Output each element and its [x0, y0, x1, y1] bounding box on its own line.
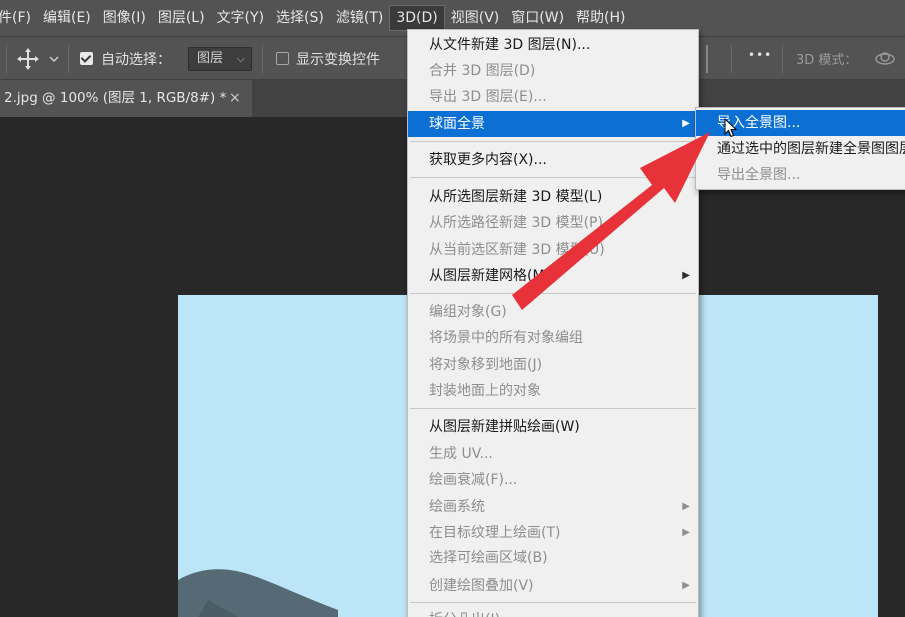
divider: [782, 45, 783, 73]
menu-filter[interactable]: 滤镜(T): [330, 5, 389, 31]
menu-edit[interactable]: 编辑(E): [37, 5, 97, 31]
menu-help[interactable]: 帮助(H): [570, 5, 631, 31]
menu-item-new-3d-model-from-layer[interactable]: 从所选图层新建 3D 模型(L): [408, 184, 698, 210]
menu-item-label: 绘画系统: [429, 499, 485, 515]
menu-item-generate-uv: 生成 UV...: [429, 446, 493, 462]
show-transform-checkbox[interactable]: [276, 52, 289, 65]
menu-item-label: 球面全景: [429, 116, 485, 132]
menu-item-label: 从图层新建网格(M): [429, 268, 551, 284]
menu-item-label: 创建绘图叠加(V): [429, 578, 534, 594]
divider: [262, 45, 263, 73]
menu-item-new-3d-model-from-path: 从所选路径新建 3D 模型(P): [429, 215, 603, 231]
menu-image[interactable]: 图像(I): [97, 5, 152, 31]
divider: [6, 45, 7, 73]
menu-item-merge-3d-layers: 合并 3D 图层(D): [429, 63, 536, 79]
menu-layer[interactable]: 图层(L): [152, 5, 211, 31]
menu-item-new-3d-model-from-selection: 从当前选区新建 3D 模型(U): [429, 242, 605, 258]
submenu-arrow-icon: ▶: [682, 270, 690, 281]
divider: [731, 45, 732, 73]
3d-dropdown-menu: 从文件新建 3D 图层(N)... 合并 3D 图层(D) 导出 3D 图层(E…: [407, 29, 699, 617]
auto-select-checkbox[interactable]: [80, 52, 93, 65]
more-options-button[interactable]: •••: [748, 48, 772, 62]
menu-divider: [410, 602, 696, 603]
submenu-arrow-icon: ▶: [682, 118, 690, 129]
menu-item-group-objects: 编组对象(G): [429, 304, 507, 320]
document-tab[interactable]: 2.jpg @ 100% (图层 1, RGB/8#) * ×: [0, 80, 252, 117]
menu-divider: [410, 177, 696, 178]
submenu-arrow-icon: ▶: [682, 527, 690, 538]
menu-3d[interactable]: 3D(D): [389, 5, 445, 31]
menu-view[interactable]: 视图(V): [445, 5, 506, 31]
menu-item-get-more-content[interactable]: 获取更多内容(X)...: [408, 147, 698, 173]
menu-item-export-3d-layer: 导出 3D 图层(E)...: [429, 89, 547, 105]
menu-item-spherical-panorama[interactable]: 球面全景 ▶: [408, 111, 698, 137]
menu-item-split-extrusion: 拆分凸出(I): [408, 607, 698, 617]
menu-item-label: 在目标纹理上绘画(T): [429, 525, 561, 541]
auto-select-value: 图层: [197, 51, 224, 66]
menu-item-new-mesh-from-layer[interactable]: 从图层新建网格(M) ▶: [408, 263, 698, 289]
submenu-arrow-icon: ▶: [682, 501, 690, 512]
auto-select-dropdown[interactable]: 图层 ⌵: [188, 47, 252, 71]
menu-item-paint-system: 绘画系统 ▶: [408, 494, 698, 520]
orbit-3d-icon[interactable]: [874, 49, 898, 69]
menu-divider: [410, 141, 696, 142]
close-icon[interactable]: ×: [229, 80, 241, 116]
submenu-item-export-panorama: 导出全景图...: [717, 167, 801, 183]
menu-divider: [410, 408, 696, 409]
chevron-down-icon[interactable]: [49, 56, 59, 63]
menu-divider: [410, 293, 696, 294]
menu-type[interactable]: 文字(Y): [211, 5, 270, 31]
canvas-image-shape: [178, 569, 338, 617]
submenu-item-new-panorama-from-layers[interactable]: 通过选中的图层新建全景图图层: [696, 136, 905, 162]
menu-item-snap-to-ground: 封装地面上的对象: [429, 383, 541, 399]
chevron-down-icon: ⌵: [236, 52, 245, 65]
move-tool-icon[interactable]: [17, 48, 39, 70]
menu-item-paint-falloff: 绘画衰减(F)...: [429, 472, 518, 488]
menu-item-select-paintable-areas: 选择可绘画区域(B): [429, 550, 548, 566]
menu-select[interactable]: 选择(S): [270, 5, 330, 31]
3d-mode-label: 3D 模式：: [796, 53, 858, 68]
mouse-cursor-icon: [724, 118, 738, 138]
show-transform-label: 显示变换控件: [296, 52, 380, 68]
menu-window[interactable]: 窗口(W): [505, 5, 570, 31]
menu-item-group-all-objects: 将场景中的所有对象编组: [429, 330, 583, 346]
menu-item-new-3d-layer-from-file[interactable]: 从文件新建 3D 图层(N)...: [408, 32, 698, 58]
auto-select-label: 自动选择：: [101, 52, 171, 68]
divider: [706, 45, 708, 73]
menu-item-move-to-ground: 将对象移到地面(J): [429, 357, 543, 373]
menu-file[interactable]: 件(F): [0, 5, 37, 31]
submenu-arrow-icon: ▶: [682, 580, 690, 591]
menu-item-paint-on-target-texture: 在目标纹理上绘画(T) ▶: [408, 520, 698, 546]
divider: [68, 45, 69, 73]
menu-item-create-paint-overlay: 创建绘图叠加(V) ▶: [408, 573, 698, 599]
menu-item-new-tiled-painting[interactable]: 从图层新建拼贴绘画(W): [408, 414, 698, 440]
document-tab-title: 2.jpg @ 100% (图层 1, RGB/8#) *: [4, 90, 227, 106]
